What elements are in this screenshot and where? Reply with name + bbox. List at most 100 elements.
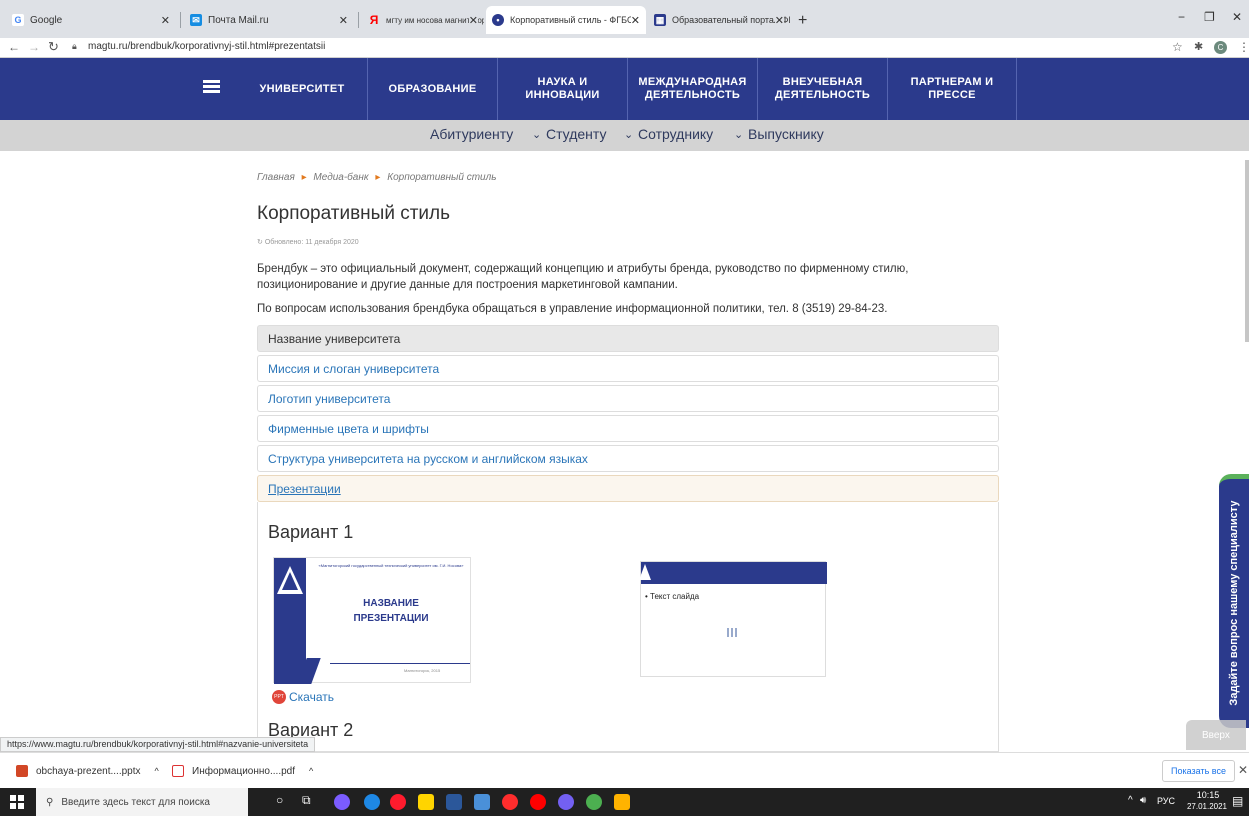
accordion-structure[interactable]: Структура университета на русском и англ…	[257, 445, 999, 472]
audience-navigation: Абитуриенту ⌄ Студенту ⌄ Сотруднику ⌄ Вы…	[0, 120, 1249, 151]
close-tab-icon[interactable]: ✕	[774, 13, 784, 27]
subnav-employee[interactable]: Сотруднику	[638, 126, 713, 142]
yandex-browser-icon[interactable]	[502, 794, 518, 810]
browser-tab-bar: G Google ✕ ✉ Почта Mail.ru ✕ Я мгту им н…	[0, 0, 1249, 38]
app-icon[interactable]	[334, 794, 350, 810]
chevron-down-icon: ⌄	[734, 129, 744, 141]
tab-mail[interactable]: ✉ Почта Mail.ru ✕	[184, 6, 354, 34]
accordion-university-name[interactable]: Название университета	[257, 325, 999, 352]
contact-paragraph: По вопросам использования брендбука обра…	[257, 303, 888, 315]
file-explorer-icon[interactable]	[418, 794, 434, 810]
close-tab-icon[interactable]: ✕	[161, 14, 170, 27]
page-scrollbar[interactable]	[1245, 160, 1249, 342]
bookmark-star-icon[interactable]: ☆	[1172, 40, 1183, 54]
clock-date[interactable]: 27.01.2021	[1184, 802, 1230, 811]
task-view-icon[interactable]: ⧉	[302, 793, 311, 808]
chevron-up-icon[interactable]: ^	[155, 766, 159, 776]
ask-specialist-label: Задайте вопрос нашему специалисту	[1228, 500, 1240, 706]
chart-placeholder-icon	[727, 628, 739, 637]
accordion-presentations[interactable]: Презентации	[257, 475, 999, 502]
menu-dots-icon[interactable]: ⋮	[1238, 40, 1249, 54]
slide-content-preview[interactable]: • Текст слайда	[639, 561, 827, 677]
subnav-student[interactable]: Студенту	[546, 126, 606, 142]
new-tab-button[interactable]: +	[798, 12, 807, 30]
language-indicator[interactable]: РУС	[1157, 796, 1175, 806]
tab-label: Корпоративный стиль - ФГБОУ	[510, 15, 640, 25]
portal-icon: ▦	[654, 14, 666, 26]
accordion-colors-fonts[interactable]: Фирменные цвета и шрифты	[257, 415, 999, 442]
tray-chevron-icon[interactable]: ^	[1128, 795, 1133, 806]
address-bar: ← → ↻ 🔒︎ magtu.ru/brendbuk/korporativnyj…	[0, 38, 1249, 58]
back-arrow-icon[interactable]: ←	[8, 40, 20, 54]
accordion-mission[interactable]: Миссия и слоган университета	[257, 355, 999, 382]
taskbar-search[interactable]: ⚲ Введите здесь текст для поиска	[36, 788, 248, 816]
tab-yandex-search[interactable]: Я мгту им носова магнитогорск с ✕	[362, 6, 484, 34]
hamburger-icon[interactable]	[203, 80, 220, 94]
refresh-icon: ↻	[257, 239, 265, 246]
tab-corporate-style[interactable]: • Корпоративный стиль - ФГБОУ ✕	[486, 6, 646, 34]
close-tab-icon[interactable]: ✕	[468, 13, 478, 27]
onedrive-icon[interactable]	[474, 794, 490, 810]
close-downloads-icon[interactable]: ✕	[1238, 763, 1248, 777]
notifications-icon[interactable]: ▤	[1232, 794, 1243, 808]
clock-time[interactable]: 10:15	[1190, 790, 1226, 800]
edge-icon[interactable]	[364, 794, 380, 810]
profile-avatar[interactable]: C	[1214, 41, 1227, 54]
breadcrumb-current: Корпоративный стиль	[387, 172, 497, 183]
windows-start-icon[interactable]	[10, 795, 24, 809]
slide-title-preview[interactable]: «Магнитогорский государственный техничес…	[273, 557, 471, 684]
subnav-applicant[interactable]: Абитуриенту	[430, 126, 513, 142]
download-link[interactable]: PPT Скачать	[272, 690, 334, 704]
download-item-pdf[interactable]: Информационно....pdf ^	[172, 765, 313, 777]
presentations-panel: Вариант 1 «Магнитогорский государственны…	[257, 502, 999, 752]
nav-education[interactable]: ОБРАЗОВАНИЕ	[367, 58, 497, 120]
nav-partners[interactable]: ПАРТНЕРАМ И ПРЕССЕ	[887, 58, 1017, 120]
slide-title-text: НАЗВАНИЕ ПРЕЗЕНТАЦИИ	[353, 598, 429, 624]
tab-label: Google	[30, 14, 63, 26]
windows-taskbar: ⚲ Введите здесь текст для поиска ○ ⧉ ^ 🔊…	[0, 788, 1249, 816]
subnav-graduate[interactable]: Выпускнику	[748, 126, 824, 142]
minimize-button[interactable]: −	[1178, 10, 1185, 24]
slide-org-name: «Магнитогорский государственный техничес…	[318, 563, 464, 568]
search-placeholder: Введите здесь текст для поиска	[61, 796, 210, 808]
slide-header-band	[641, 562, 827, 584]
download-item-name: obchaya-prezent....pptx	[36, 765, 141, 777]
breadcrumb-home[interactable]: Главная	[257, 172, 295, 183]
nav-university[interactable]: УНИВЕРСИТЕТ	[237, 58, 367, 120]
magtu-icon: •	[492, 14, 504, 26]
url-field[interactable]: magtu.ru/brendbuk/korporativnyj-stil.htm…	[88, 41, 325, 52]
chrome-icon[interactable]	[586, 794, 602, 810]
restore-button[interactable]: ❐	[1204, 10, 1215, 24]
show-all-downloads-button[interactable]: Показать все	[1162, 760, 1235, 782]
folder-icon[interactable]	[614, 794, 630, 810]
forward-arrow-icon[interactable]: →	[28, 40, 40, 54]
pdf-file-icon	[172, 765, 184, 777]
close-tab-icon[interactable]: ✕	[339, 14, 348, 27]
nav-extracurricular[interactable]: ВНЕУЧЕБНАЯ ДЕЯТЕЛЬНОСТЬ	[757, 58, 887, 120]
yandex-icon[interactable]	[530, 794, 546, 810]
tab-edu-portal[interactable]: ▦ Образовательный портал ФГБС ✕	[648, 6, 790, 34]
close-window-button[interactable]: ✕	[1232, 10, 1242, 24]
nav-international[interactable]: МЕЖДУНАРОДНАЯ ДЕЯТЕЛЬНОСТЬ	[627, 58, 757, 120]
breadcrumb-media[interactable]: Медиа-банк	[313, 172, 368, 183]
main-navigation: УНИВЕРСИТЕТ ОБРАЗОВАНИЕ НАУКА И ИННОВАЦИ…	[0, 58, 1249, 120]
download-item-pptx[interactable]: obchaya-prezent....pptx ^	[16, 765, 159, 777]
scroll-up-button[interactable]: Вверх	[1186, 720, 1246, 750]
word-icon[interactable]	[446, 794, 462, 810]
opera-icon[interactable]	[390, 794, 406, 810]
viber-icon[interactable]	[558, 794, 574, 810]
breadcrumb: Главная ▸ Медиа-банк ▸ Корпоративный сти…	[257, 172, 497, 183]
volume-icon[interactable]: 🔊︎	[1140, 795, 1146, 806]
lock-icon: 🔒︎	[72, 41, 77, 51]
tab-google[interactable]: G Google ✕	[6, 6, 176, 34]
extensions-icon[interactable]: ✱	[1194, 40, 1203, 53]
variant-1-heading: Вариант 1	[268, 522, 354, 542]
reload-icon[interactable]: ↻	[48, 39, 59, 55]
chevron-up-icon[interactable]: ^	[309, 766, 313, 776]
close-tab-icon[interactable]: ✕	[630, 13, 640, 27]
ask-specialist-tab[interactable]: Задайте вопрос нашему специалисту	[1219, 474, 1249, 728]
pptx-file-icon	[16, 765, 28, 777]
accordion-logo[interactable]: Логотип университета	[257, 385, 999, 412]
nav-science[interactable]: НАУКА И ИННОВАЦИИ	[497, 58, 627, 120]
cortana-icon[interactable]: ○	[276, 793, 283, 807]
